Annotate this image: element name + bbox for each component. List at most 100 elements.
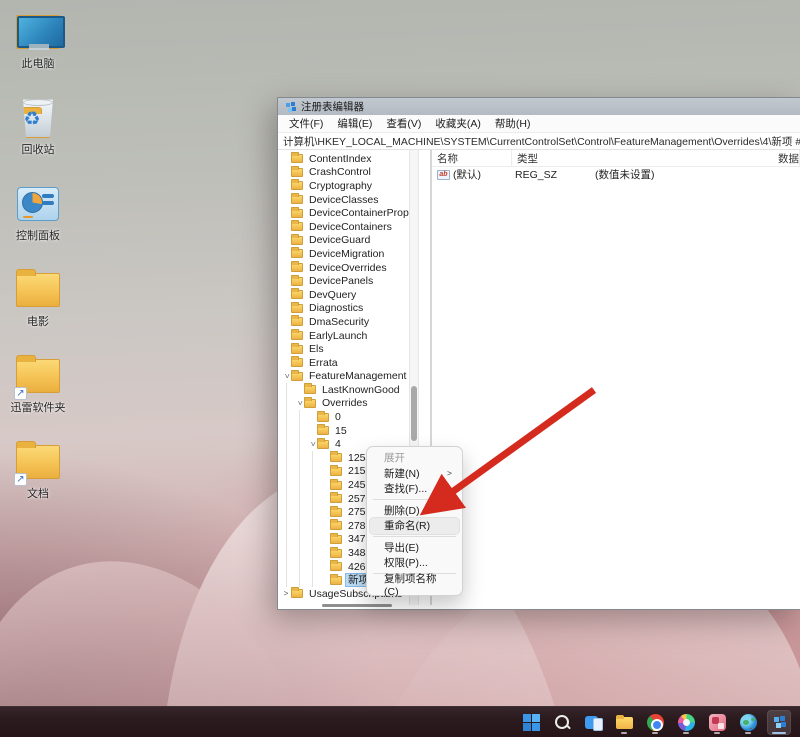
context-menu-item[interactable] <box>373 499 456 500</box>
tree-node[interactable]: ContentIndex <box>278 152 409 166</box>
tree-node[interactable]: Els <box>278 342 409 356</box>
taskbar-button-search[interactable] <box>550 710 574 735</box>
context-menu-item[interactable] <box>373 536 456 537</box>
taskbar-button-edge[interactable] <box>674 710 698 735</box>
desktop-icon-folder[interactable]: ↗ 文档 <box>6 438 70 500</box>
tree-node[interactable]: DeviceContainerPropertyUpda <box>278 206 409 220</box>
tree-node[interactable]: DevQuery <box>278 288 409 302</box>
registry-editor-icon <box>771 714 788 731</box>
taskbar-button-file-explorer[interactable] <box>612 710 636 735</box>
context-menu-item[interactable]: 复制项名称(C) <box>370 577 459 593</box>
tree-node[interactable]: Errata <box>278 356 409 370</box>
desktop-icon-recycle-bin[interactable]: ↗ 回收站 <box>6 94 70 156</box>
chevron-icon[interactable] <box>281 589 291 599</box>
taskbar-button-task-view[interactable] <box>581 710 605 735</box>
context-menu-item[interactable]: 重命名(R) <box>370 518 459 534</box>
folder-icon <box>330 535 342 544</box>
values-panel: 名称 类型 数据 ab (默认) REG_SZ <box>432 150 800 605</box>
tree-node[interactable]: Overrides <box>278 397 409 411</box>
column-header[interactable]: 数据 <box>773 150 800 166</box>
chevron-icon[interactable] <box>281 371 291 381</box>
folder-icon <box>291 589 303 598</box>
edge-icon <box>678 714 695 731</box>
folder-icon <box>330 549 342 558</box>
folder-icon <box>291 195 303 204</box>
task-view-icon <box>585 714 602 731</box>
context-menu-item[interactable]: 权限(P)... <box>370 555 459 571</box>
tree-node-label: DeviceContainerPropertyUpda <box>307 207 409 219</box>
photos-icon <box>709 714 726 731</box>
context-menu-item[interactable]: 导出(E) <box>370 540 459 556</box>
context-menu-item[interactable]: 新建(N) <box>370 466 459 482</box>
tree-node-label: 0 <box>333 411 343 423</box>
menu-item[interactable]: 编辑(E) <box>330 114 379 133</box>
desktop-icon-art <box>17 187 59 221</box>
tree-node-label: DeviceGuard <box>307 234 372 246</box>
tree-node[interactable]: LastKnownGood <box>278 383 409 397</box>
tree-node-label: CrashControl <box>307 166 373 178</box>
scrollbar-thumb[interactable] <box>411 386 417 441</box>
menu-item[interactable]: 收藏夹(A) <box>428 114 488 133</box>
folder-icon <box>330 521 342 530</box>
chevron-icon[interactable] <box>307 439 317 449</box>
tree-node[interactable]: 0 <box>278 410 409 424</box>
folder-icon <box>291 290 303 299</box>
tree-node[interactable]: DeviceGuard <box>278 234 409 248</box>
tree-node-label: Cryptography <box>307 180 374 192</box>
window-title: 注册表编辑器 <box>301 99 364 114</box>
column-header[interactable]: 类型 <box>512 150 773 166</box>
menu-item[interactable]: 查看(V) <box>379 114 428 133</box>
chevron-icon[interactable] <box>294 398 304 408</box>
taskbar-button-chrome[interactable] <box>643 710 667 735</box>
menu-item[interactable]: 帮助(H) <box>488 114 538 133</box>
taskbar-button-start[interactable] <box>519 710 543 735</box>
tree-node[interactable]: Diagnostics <box>278 302 409 316</box>
tree-node[interactable]: DmaSecurity <box>278 315 409 329</box>
tree-node[interactable]: EarlyLaunch <box>278 329 409 343</box>
folder-icon <box>291 277 303 286</box>
tree-node[interactable]: DevicePanels <box>278 274 409 288</box>
taskbar-button-(默认)[interactable]: ab (默认) REG_SZ (数值未设置) <box>432 167 800 182</box>
context-menu-item-label: 权限(P)... <box>384 555 428 570</box>
tree-node[interactable]: 15 <box>278 424 409 438</box>
tree-node[interactable]: Cryptography <box>278 179 409 193</box>
folder-icon <box>291 154 303 163</box>
desktop-icon-folder[interactable]: ↗ 迅雷软件夹 <box>6 352 70 414</box>
folder-icon <box>291 304 303 313</box>
taskbar-button-paint[interactable] <box>736 710 760 735</box>
taskbar-button-photos[interactable] <box>705 710 729 735</box>
tree-node[interactable]: FeatureManagement <box>278 370 409 384</box>
desktop-icon-folder[interactable]: ↗ 电影 <box>6 266 70 328</box>
context-menu-item[interactable]: 删除(D) <box>370 503 459 519</box>
tree-horizontal-scrollbar[interactable] <box>322 604 392 607</box>
values-header: 名称 类型 数据 <box>432 150 800 167</box>
tree-node[interactable]: DeviceContainers <box>278 220 409 234</box>
taskbar-button-registry-editor[interactable] <box>767 710 791 735</box>
menu-item[interactable]: 文件(F) <box>282 114 330 133</box>
tree-node-label: DeviceMigration <box>307 248 386 260</box>
folder-icon <box>291 222 303 231</box>
values-rows: ab (默认) REG_SZ (数值未设置) <box>432 167 800 182</box>
column-header[interactable]: 名称 <box>432 150 512 166</box>
tree-node-label: FeatureManagement <box>307 370 408 382</box>
folder-icon <box>291 317 303 326</box>
tree-node[interactable]: CrashControl <box>278 166 409 180</box>
tree-node-label: EarlyLaunch <box>307 330 369 342</box>
desktop-icon-label: 控制面板 <box>16 230 60 242</box>
folder-icon <box>291 263 303 272</box>
desktop-icon-control-panel[interactable]: ↗ 控制面板 <box>6 180 70 242</box>
context-menu-item[interactable]: 查找(F)... <box>370 481 459 497</box>
tree-node-label: 15 <box>333 425 349 437</box>
tree-node-label: DeviceContainers <box>307 221 394 233</box>
folder-icon <box>291 181 303 190</box>
window-titlebar[interactable]: 注册表编辑器 <box>278 98 800 115</box>
context-menu-item[interactable]: 展开 <box>370 450 459 466</box>
tree-node[interactable]: DeviceClasses <box>278 193 409 207</box>
desktop-icon-this-pc[interactable]: ↗ 此电脑 <box>6 8 70 70</box>
context-menu-item-label: 删除(D) <box>384 503 420 518</box>
folder-icon <box>291 209 303 218</box>
address-bar[interactable]: 计算机\HKEY_LOCAL_MACHINE\SYSTEM\CurrentCon… <box>278 133 800 150</box>
tree-node[interactable]: DeviceMigration <box>278 247 409 261</box>
tree-node[interactable]: DeviceOverrides <box>278 261 409 275</box>
tree-node-label: ContentIndex <box>307 153 373 165</box>
